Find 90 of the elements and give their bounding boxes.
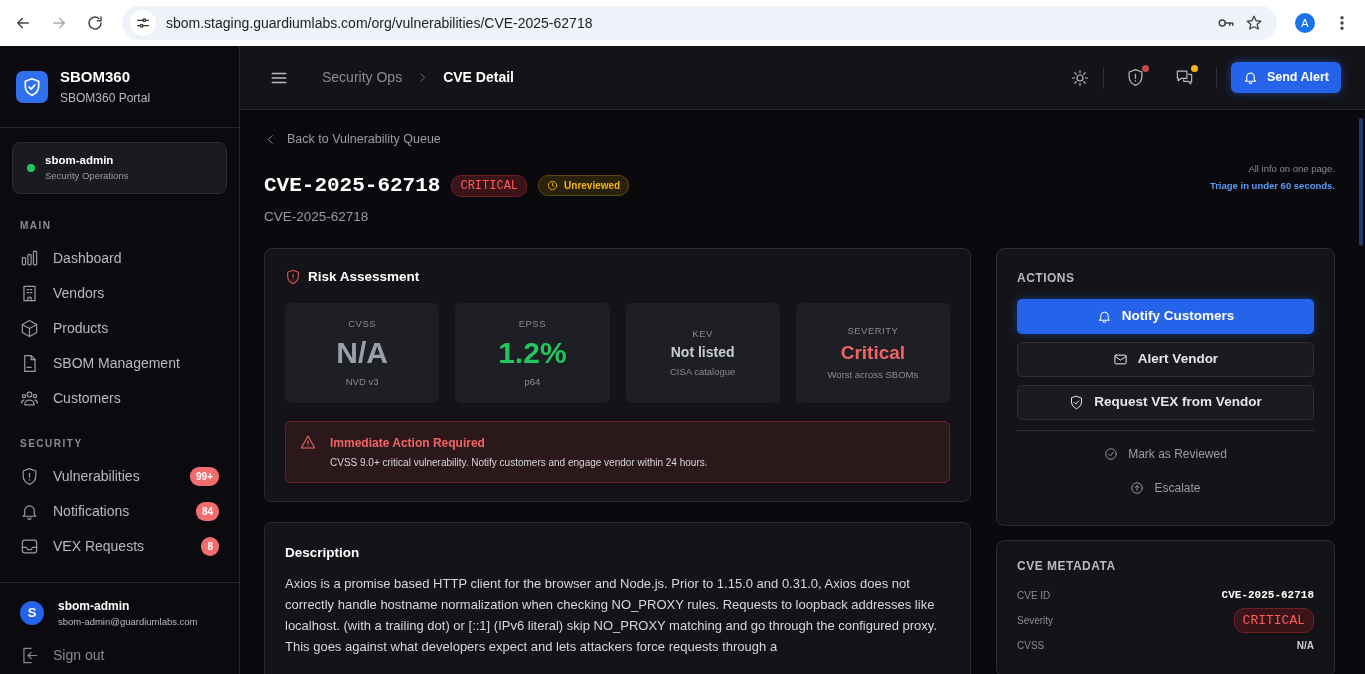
building-icon xyxy=(20,283,39,303)
shield-icon xyxy=(285,268,301,285)
metric-label: SEVERITY xyxy=(847,323,899,338)
cve-subtitle: CVE-2025-62718 xyxy=(264,208,370,227)
field-value: N/A xyxy=(1296,638,1314,653)
field-value: CVE-2025-62718 xyxy=(1221,588,1314,604)
cve-title: CVE-2025-62718 xyxy=(264,172,441,199)
field-label: Severity xyxy=(1017,613,1054,628)
count-badge: 8 xyxy=(201,536,219,556)
text-button[interactable]: Mark as Reviewed xyxy=(1017,440,1314,467)
nav-item[interactable]: Dashboard xyxy=(0,240,239,276)
count-badge: 84 xyxy=(195,501,219,521)
field-label: CVSS xyxy=(1017,638,1045,653)
nav-item[interactable]: Vendors xyxy=(0,275,239,311)
tagline: All info on one page. xyxy=(1247,161,1335,176)
up-arrow-circle-icon xyxy=(1130,480,1145,495)
shield-check-icon xyxy=(1069,394,1085,410)
nav-label: Dashboard xyxy=(53,248,122,268)
nav-item[interactable]: Products xyxy=(0,310,239,346)
alert-text: CVSS 9.0+ critical vulnerability. Notify customers and engage vendor within 24 hours. xyxy=(330,455,708,470)
nav-item[interactable]: VEX Requests 8 xyxy=(0,528,239,564)
shield-icon xyxy=(20,466,39,486)
user-email: sbom-admin@guardiumlabs.com xyxy=(58,614,198,629)
bell-icon xyxy=(1242,70,1258,85)
tagline-highlight: Triage in under 60 seconds. xyxy=(1209,179,1335,194)
scrollbar-thumb[interactable] xyxy=(1359,118,1363,246)
user-name: sbom-admin xyxy=(45,153,115,168)
check-circle-icon xyxy=(1104,446,1119,461)
envelope-icon xyxy=(1112,351,1128,367)
reload-icon[interactable] xyxy=(86,14,104,32)
nav-label: Vulnerabilities xyxy=(53,466,140,486)
nav-label: Customers xyxy=(53,388,121,408)
metric-value: Critical xyxy=(840,341,906,365)
alert-title: Immediate Action Required xyxy=(330,434,486,452)
metric-label: CVSS xyxy=(348,316,377,331)
panel-title: ACTIONS xyxy=(1017,269,1076,287)
user-name: sbom-admin xyxy=(58,597,131,615)
theme-toggle-icon[interactable] xyxy=(1070,68,1089,87)
metric-label: EPSS xyxy=(518,316,547,331)
nav-label: Notifications xyxy=(53,501,130,521)
site-settings-icon[interactable] xyxy=(135,15,151,31)
field-label: CVE ID xyxy=(1017,589,1051,604)
metric-caption: CISA catalogue xyxy=(669,364,736,379)
logo-icon xyxy=(16,70,48,103)
bar-chart-icon xyxy=(20,248,39,268)
metric-value: 1.2% xyxy=(498,335,567,372)
nav-label: Products xyxy=(53,318,109,338)
section-heading: SECURITY xyxy=(19,436,84,451)
breadcrumb-current: CVE Detail xyxy=(443,68,514,87)
metric-value: N/A xyxy=(336,335,388,372)
nav-label: SBOM Management xyxy=(53,353,180,373)
sign-out-link[interactable]: Sign out xyxy=(20,645,219,666)
action-button[interactable]: Alert Vendor xyxy=(1017,341,1314,377)
chat-bubbles-icon[interactable] xyxy=(1174,68,1194,87)
back-link[interactable]: Back to Vulnerability Queue xyxy=(264,130,441,149)
action-button[interactable]: Notify Customers xyxy=(1017,298,1314,334)
status-badge: Unreviewed xyxy=(538,175,630,197)
panel-title: Risk Assessment xyxy=(308,267,420,286)
nav-label: VEX Requests xyxy=(53,536,145,556)
user-role: Security Operations xyxy=(45,169,129,184)
profile-avatar[interactable]: A xyxy=(1295,13,1315,33)
severity-badge: CRITICAL xyxy=(451,174,528,197)
cube-icon xyxy=(20,318,39,338)
nav-item[interactable]: Vulnerabilities 99+ xyxy=(0,458,239,494)
brand-name: SBOM360 xyxy=(60,67,132,88)
action-button[interactable]: Request VEX from Vendor xyxy=(1017,384,1314,420)
user-avatar: S xyxy=(20,600,44,625)
metric-caption: NVD v3 xyxy=(345,374,379,389)
description-text: Axios is a promise based HTTP client for the browser and Node.js. Prior to 1.15.0 and 0.31.0, Axios does not correctly handle hostname normalization when checking NO_PROXY rules. Requests to loopback addresses like localhost. (with a trailing dot) or [::1] (IPv6 literal) skip NO_PROXY matching and go through the configured proxy. This goes against what developers expect and lets attackers force requests through a xyxy=(285,575,938,657)
panel-title: CVE METADATA xyxy=(1017,557,1117,575)
warning-icon xyxy=(300,433,316,450)
text-button[interactable]: Escalate xyxy=(1017,474,1314,501)
brand-subtitle: SBOM360 Portal xyxy=(60,89,151,107)
nav-item[interactable]: Notifications 84 xyxy=(0,493,239,529)
nav-label: Vendors xyxy=(53,283,105,303)
panel-title: Description xyxy=(285,543,361,562)
nav-item[interactable]: SBOM Management xyxy=(0,345,239,381)
section-heading: MAIN xyxy=(19,218,53,233)
nav-item[interactable]: Customers xyxy=(0,380,239,416)
metric-caption: Worst across SBOMs xyxy=(827,367,919,382)
bell-icon xyxy=(1096,308,1112,324)
count-badge: 99+ xyxy=(190,466,219,486)
star-icon[interactable] xyxy=(1245,14,1263,32)
metric-label: KEV xyxy=(692,326,713,341)
breadcrumb-link[interactable]: Security Ops xyxy=(322,67,403,88)
sign-out-icon xyxy=(20,646,39,665)
send-alert-button[interactable]: Send Alert xyxy=(1230,62,1341,93)
metric-value: Not listed xyxy=(670,344,735,362)
severity-badge: CRITICAL xyxy=(1233,607,1314,634)
metric-caption: p64 xyxy=(524,374,541,389)
